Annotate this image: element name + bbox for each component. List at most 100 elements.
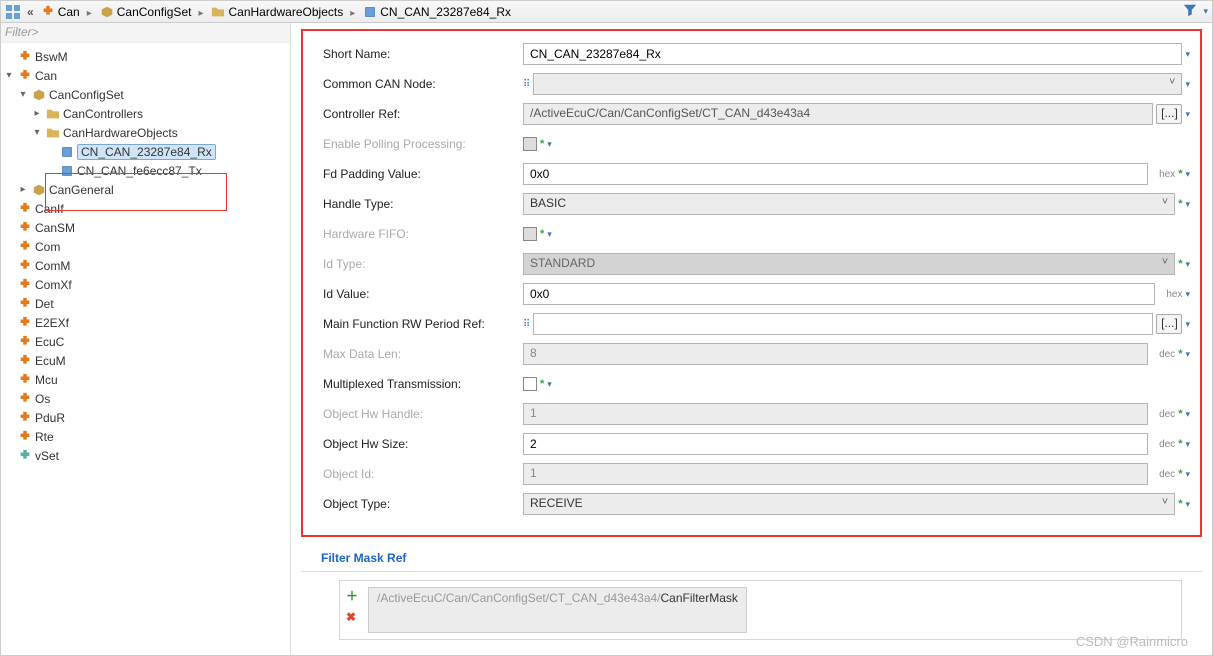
dropdown-icon[interactable]: ▾ [1185, 259, 1190, 270]
tree-item-e2exf[interactable]: E2EXf [3, 313, 288, 332]
breadcrumb-configset[interactable]: CanConfigSet [99, 4, 192, 20]
tree-item-vset[interactable]: vSet [3, 446, 288, 465]
tree-item-cansm[interactable]: CanSM [3, 218, 288, 237]
dropdown-icon[interactable]: ▾ [1185, 49, 1190, 60]
tree-item-comxf[interactable]: ComXf [3, 275, 288, 294]
obj-type-select[interactable]: RECEIVE [523, 493, 1175, 515]
fd-padding-input[interactable] [523, 163, 1148, 185]
expand-icon[interactable] [31, 108, 43, 119]
id-value-input[interactable] [523, 283, 1155, 305]
star-icon: * [1178, 348, 1182, 360]
handle-type-select[interactable]: BASIC [523, 193, 1175, 215]
module-icon [17, 49, 33, 65]
dropdown-icon[interactable]: ▾ [1185, 499, 1190, 510]
tree-item-canhwobjs[interactable]: CanHardwareObjects [3, 123, 288, 142]
tree-label: CanIf [35, 202, 64, 216]
module-icon [17, 258, 33, 274]
breadcrumb-item[interactable]: CN_CAN_23287e84_Rx [362, 4, 511, 20]
tree-label: CanSM [35, 221, 75, 235]
tree-label: ComXf [35, 278, 72, 292]
breadcrumb-label: CanHardwareObjects [228, 5, 343, 19]
module-icon [17, 429, 33, 445]
tree-item-det[interactable]: Det [3, 294, 288, 313]
tree-item-cancontrollers[interactable]: CanControllers [3, 104, 288, 123]
browse-button[interactable]: [...] [1156, 104, 1182, 124]
controller-ref-field: /ActiveEcuC/Can/CanConfigSet/CT_CAN_d43e… [523, 103, 1153, 125]
tree-item-can[interactable]: Can [3, 66, 288, 85]
tree-item-ecum[interactable]: EcuM [3, 351, 288, 370]
label: Multiplexed Transmission: [323, 377, 523, 391]
dropdown-icon[interactable]: ▾ [1185, 439, 1190, 450]
expand-icon[interactable] [17, 89, 29, 100]
tree-label: Mcu [35, 373, 58, 387]
breadcrumb-back-icon[interactable] [25, 5, 36, 19]
dropdown-icon[interactable]: ▾ [1185, 349, 1190, 360]
module-icon [17, 334, 33, 350]
dropdown-icon[interactable]: ▾ [1185, 79, 1190, 90]
dropdown-icon[interactable]: ▾ [1185, 199, 1190, 210]
tree-item-rx[interactable]: CN_CAN_23287e84_Rx [3, 142, 288, 161]
tree-item-tx[interactable]: CN_CAN_fe6ecc87_Tx [3, 161, 288, 180]
tree-item-mcu[interactable]: Mcu [3, 370, 288, 389]
filter-mask-path[interactable]: /ActiveEcuC/Can/CanConfigSet/CT_CAN_d43e… [368, 587, 747, 633]
marker-icon: ⠿ [523, 319, 530, 330]
tree-item-ecuc[interactable]: EcuC [3, 332, 288, 351]
tree-item-cangeneral[interactable]: CanGeneral [3, 180, 288, 199]
polling-checkbox[interactable] [523, 137, 537, 151]
star-icon: * [540, 378, 544, 390]
tree-item-pdur[interactable]: PduR [3, 408, 288, 427]
tree-item-bswm[interactable]: BswM [3, 47, 288, 66]
hwfifo-checkbox[interactable] [523, 227, 537, 241]
dropdown-icon[interactable]: ▾ [1185, 289, 1190, 300]
tree-label: CanConfigSet [49, 88, 124, 102]
label: Hardware FIFO: [323, 227, 523, 241]
row-enable-polling: Enable Polling Processing: *▾ [323, 129, 1190, 159]
expand-icon[interactable] [3, 70, 15, 81]
folder-icon [45, 125, 61, 141]
dropdown-icon[interactable]: ▾ [1185, 409, 1190, 420]
tree-label: EcuC [35, 335, 64, 349]
unit-label: hex [1151, 169, 1175, 180]
breadcrumb-can[interactable]: Can [40, 4, 80, 20]
delete-button[interactable]: ✖ [346, 610, 358, 624]
grid-icon[interactable] [5, 4, 21, 20]
dropdown-icon[interactable]: ▾ [1201, 6, 1208, 17]
filter-mask-header[interactable]: Filter Mask Ref [301, 545, 1202, 572]
dropdown-icon[interactable]: ▾ [1185, 319, 1190, 330]
tree-filter-input[interactable]: Filter> [1, 23, 290, 43]
dropdown-icon[interactable]: ▾ [547, 229, 552, 240]
tree-label: Can [35, 69, 57, 83]
tree-item-comm[interactable]: ComM [3, 256, 288, 275]
star-icon: * [1178, 438, 1182, 450]
obj-hw-handle-field: 1 [523, 403, 1148, 425]
unit-label: hex [1158, 289, 1182, 300]
row-obj-hw-size: Object Hw Size: dec*▾ [323, 429, 1190, 459]
tree-item-canif[interactable]: CanIf [3, 199, 288, 218]
mux-tx-checkbox[interactable] [523, 377, 537, 391]
tree-item-com[interactable]: Com [3, 237, 288, 256]
add-button[interactable]: ＋ [346, 587, 358, 604]
short-name-input[interactable] [523, 43, 1182, 65]
expand-icon[interactable] [31, 127, 43, 138]
breadcrumb-hwobjs[interactable]: CanHardwareObjects [210, 4, 343, 20]
star-icon: * [1178, 498, 1182, 510]
dropdown-icon[interactable]: ▾ [1185, 169, 1190, 180]
expand-icon[interactable] [17, 184, 29, 195]
tree-item-canconfigset[interactable]: CanConfigSet [3, 85, 288, 104]
star-icon: * [1178, 258, 1182, 270]
dropdown-icon[interactable]: ▾ [547, 379, 552, 390]
obj-hw-size-input[interactable] [523, 433, 1148, 455]
module-icon [17, 410, 33, 426]
dropdown-icon[interactable]: ▾ [1185, 469, 1190, 480]
label: Enable Polling Processing: [323, 137, 523, 151]
id-type-select: STANDARD [523, 253, 1175, 275]
dropdown-icon[interactable]: ▾ [1185, 109, 1190, 120]
common-can-select[interactable] [533, 73, 1182, 95]
row-mf-rw-ref: Main Function RW Period Ref: ⠿[...]▾ [323, 309, 1190, 339]
browse-button[interactable]: [...] [1156, 314, 1182, 334]
mf-rw-ref-input[interactable] [533, 313, 1153, 335]
tree-item-os[interactable]: Os [3, 389, 288, 408]
filter-icon[interactable] [1183, 3, 1197, 20]
tree-item-rte[interactable]: Rte [3, 427, 288, 446]
dropdown-icon[interactable]: ▾ [547, 139, 552, 150]
